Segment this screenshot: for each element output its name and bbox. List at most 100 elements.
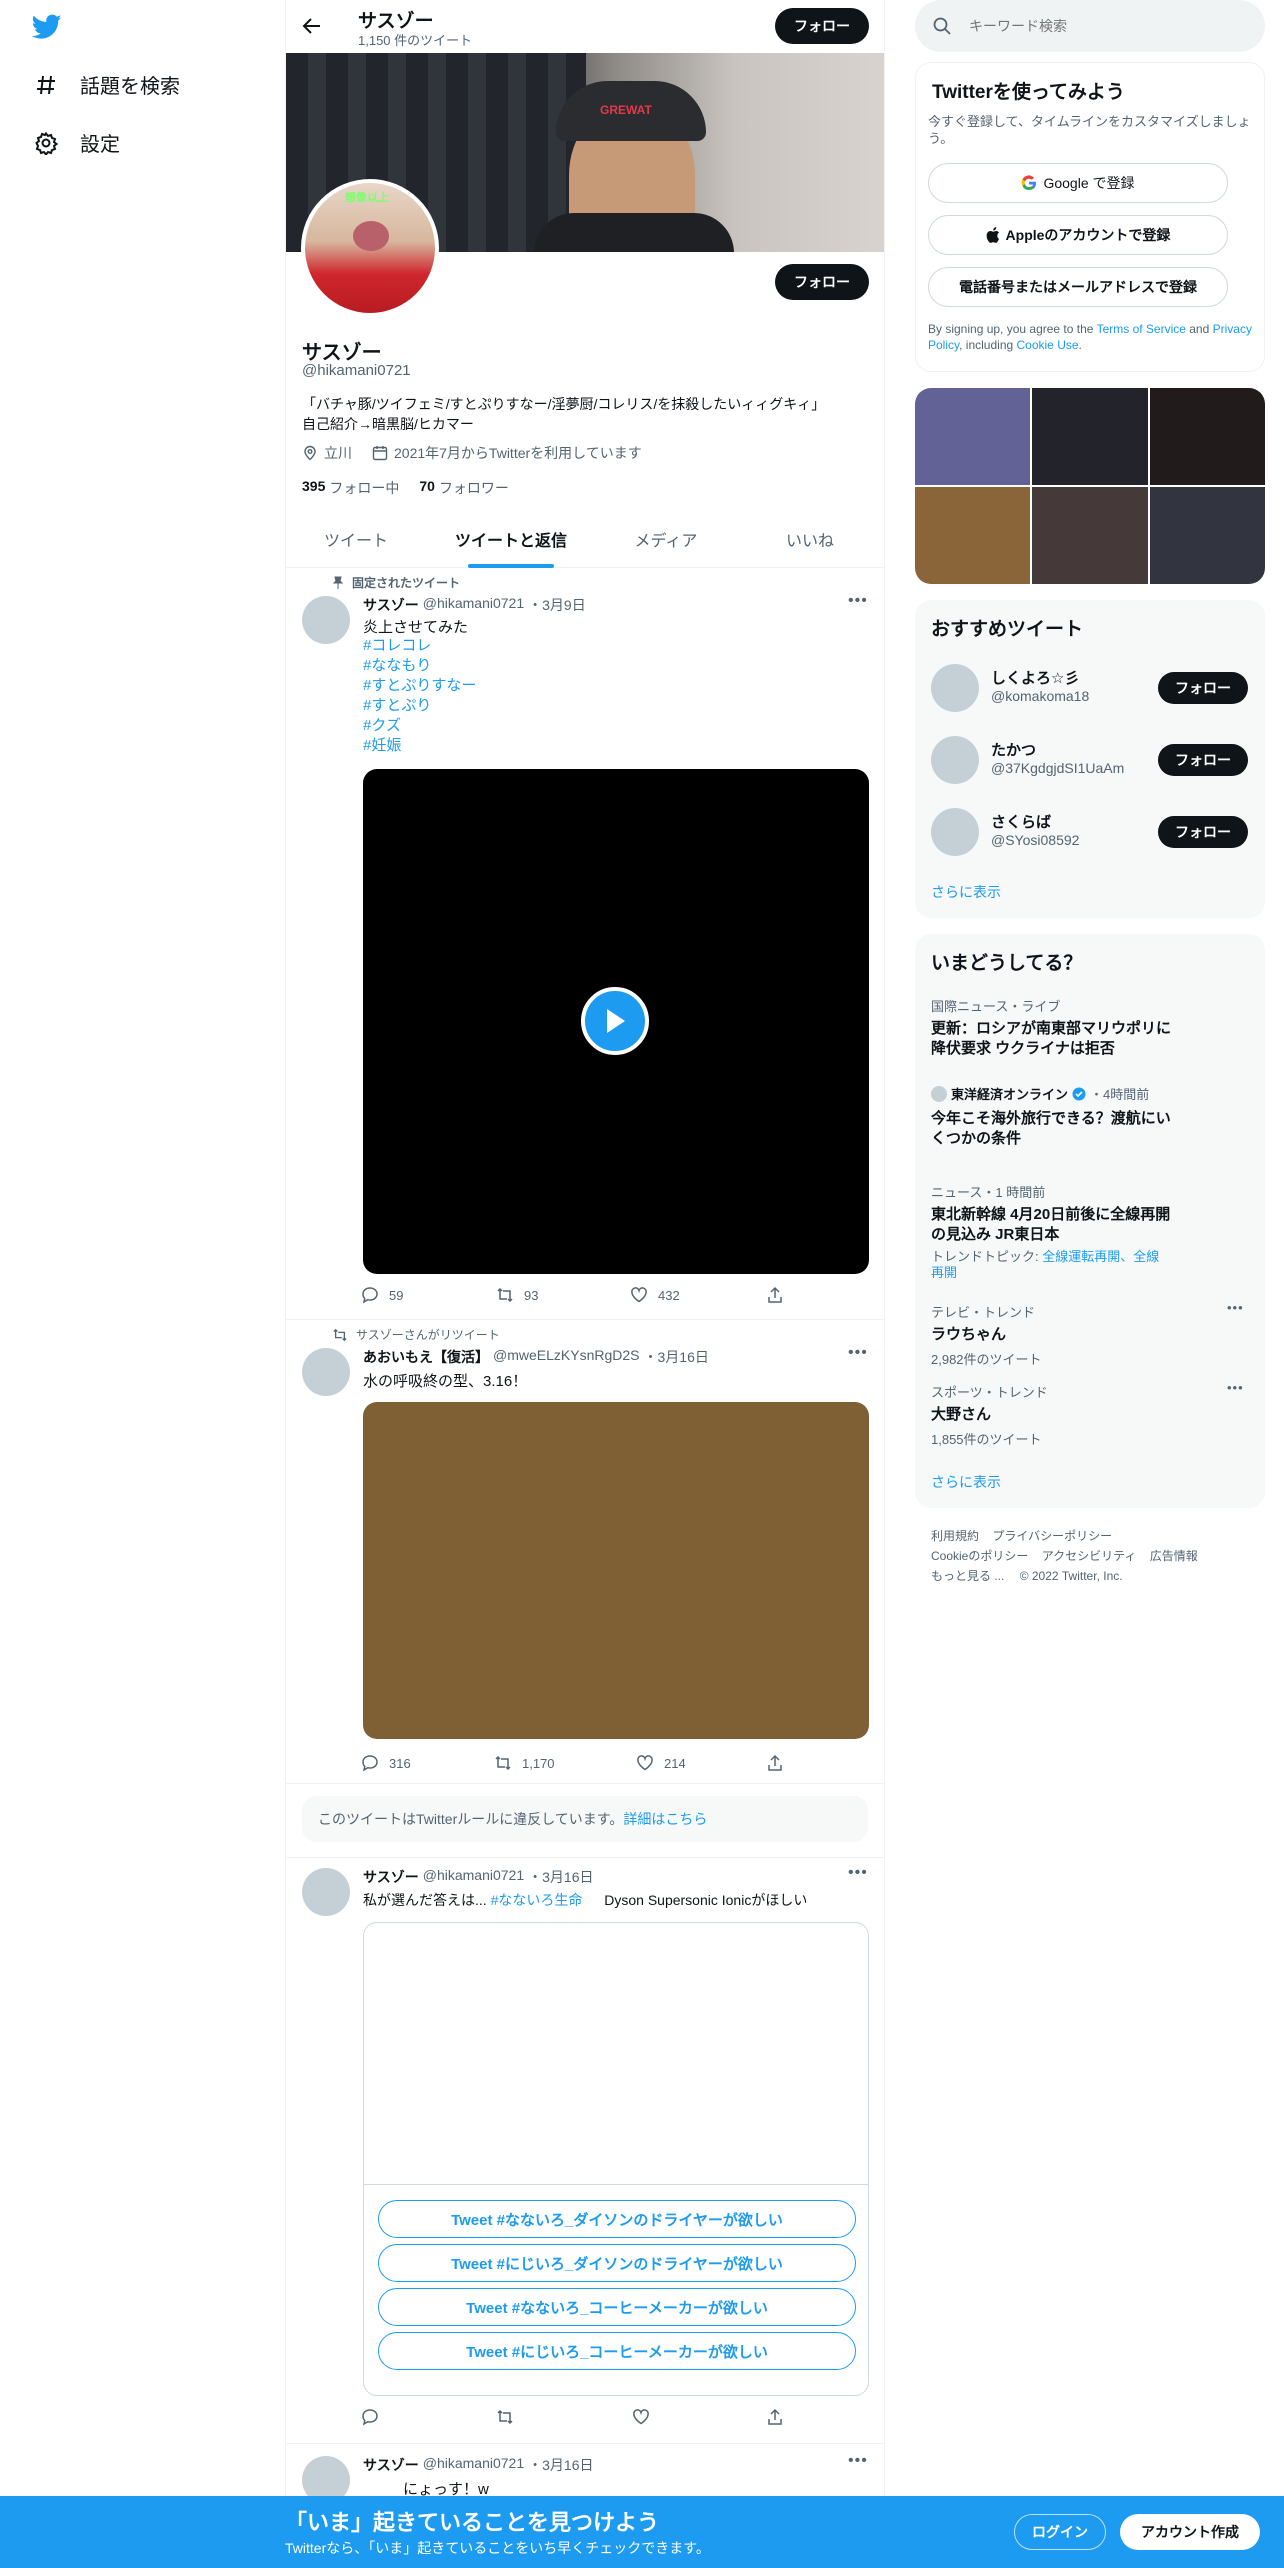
avatar[interactable] xyxy=(302,1868,350,1916)
tab-tweets[interactable]: ツイート xyxy=(286,510,426,568)
login-button[interactable]: ログイン xyxy=(1014,2514,1106,2550)
poll-option-button[interactable]: Tweet #にじいろ_コーヒーメーカーが欲しい xyxy=(378,2332,856,2370)
footer-link[interactable]: 広告情報 xyxy=(1150,1549,1198,1563)
recommended-user[interactable]: たかつ @37KgdgjdSI1UaAm フォロー xyxy=(931,732,1251,788)
retweet-icon[interactable] xyxy=(496,2408,514,2426)
tweet-author-handle[interactable]: @hikamani0721 xyxy=(423,2455,524,2475)
trend-item[interactable]: スポーツ・トレンド 大野さん 1,855件のツイート ••• xyxy=(931,1380,1251,1448)
more-options-icon[interactable]: ••• xyxy=(1227,1300,1244,1315)
profile-follow-button[interactable]: フォロー xyxy=(775,264,869,300)
following-count[interactable]: 395 xyxy=(302,478,325,498)
tab-media[interactable]: メディア xyxy=(596,510,736,568)
avatar[interactable] xyxy=(931,664,979,712)
trend-item[interactable]: 国際ニュース・ライブ 更新：ロシアが南東部マリウポリに降伏要求 ウクライナは拒否 xyxy=(931,996,1171,1059)
footer-link[interactable]: アクセシビリティ xyxy=(1042,1549,1137,1563)
more-options-icon[interactable]: ••• xyxy=(848,2452,868,2470)
trend-item[interactable]: 東洋経済オンライン ・4時間前 今年こそ海外旅行できる？渡航にいくつかの条件 xyxy=(931,1084,1171,1149)
nav-explore[interactable]: 話題を検索 xyxy=(34,70,180,99)
media-thumbnail[interactable] xyxy=(915,388,1031,485)
recommended-user[interactable]: しくよろ☆彡 @komakoma18 フォロー xyxy=(931,660,1251,716)
violation-learn-more-link[interactable]: 詳細はこちら xyxy=(623,1809,707,1829)
back-arrow-icon[interactable] xyxy=(302,16,322,36)
following-label[interactable]: フォロー中 xyxy=(329,478,399,498)
more-options-icon[interactable]: ••• xyxy=(848,1864,868,1882)
heart-icon[interactable] xyxy=(632,2408,650,2426)
trend-item[interactable]: テレビ・トレンド ラウちゃん 2,982件のツイート ••• xyxy=(931,1300,1251,1368)
media-thumbnail[interactable] xyxy=(1149,388,1265,485)
media-thumbnail[interactable] xyxy=(1032,487,1148,584)
poll-card[interactable]: Tweet #なないろ_ダイソンのドライヤーが欲しい Tweet #にじいろ_ダ… xyxy=(363,1922,869,2396)
search-input[interactable] xyxy=(969,18,1219,34)
trend-item[interactable]: ニュース・1 時間前 東北新幹線 4月20日前後に全線再開の見込み JR東日本 … xyxy=(931,1182,1171,1281)
footer-link[interactable]: もっと見る ... xyxy=(931,1569,1004,1583)
more-options-icon[interactable]: ••• xyxy=(848,1344,868,1362)
reply-button[interactable]: 59 xyxy=(361,1286,403,1304)
tab-likes[interactable]: いいね xyxy=(736,510,884,568)
tweet-author-handle[interactable]: @hikamani0721 xyxy=(423,595,524,615)
tweet-author-handle[interactable]: @hikamani0721 xyxy=(423,1867,524,1887)
hashtag-link[interactable]: #コレコレ xyxy=(363,636,476,656)
tweet-date[interactable]: ・3月9日 xyxy=(528,595,586,615)
retweet-button[interactable]: 1,170 xyxy=(494,1754,555,1772)
create-account-button[interactable]: アカウント作成 xyxy=(1120,2514,1260,2550)
followers-count[interactable]: 70 xyxy=(419,478,435,498)
share-icon[interactable] xyxy=(766,1286,784,1304)
follow-button[interactable]: フォロー xyxy=(1158,744,1248,776)
tweet-author-name[interactable]: サスゾー xyxy=(363,2455,419,2475)
terms-of-service-link[interactable]: Terms of Service xyxy=(1097,322,1186,336)
hashtag-link[interactable]: #すとぷりすなー xyxy=(363,676,476,696)
followers-label[interactable]: フォロワー xyxy=(439,478,509,498)
apple-signup-button[interactable]: Appleのアカウントで登録 xyxy=(928,215,1228,255)
tweet-retweeted[interactable]: サスゾーさんがリツイート あおいもえ【復活】 @mweELzKYsnRgD2S … xyxy=(286,1320,884,1784)
google-signup-button[interactable]: Google で登録 xyxy=(928,163,1228,203)
follow-button[interactable]: フォロー xyxy=(1158,816,1248,848)
tab-tweets-and-replies[interactable]: ツイートと返信 xyxy=(426,510,596,568)
avatar[interactable] xyxy=(302,1348,350,1396)
play-button-icon[interactable] xyxy=(581,987,649,1055)
reply-icon[interactable] xyxy=(361,2408,379,2426)
tweet-poll-card[interactable]: サスゾー @hikamani0721 ・3月16日 ••• 私が選んだ答えは..… xyxy=(286,1858,884,2444)
tweet-author-name[interactable]: あおいもえ【復活】 xyxy=(363,1347,489,1367)
hashtag-link[interactable]: #妊娠 xyxy=(363,736,476,756)
tweet-date[interactable]: ・3月16日 xyxy=(528,2455,593,2475)
tweet-author-handle[interactable]: @mweELzKYsnRgD2S xyxy=(493,1347,640,1367)
phone-email-signup-button[interactable]: 電話番号またはメールアドレスで登録 xyxy=(928,267,1228,307)
avatar[interactable] xyxy=(931,736,979,784)
hashtag-link[interactable]: #すとぷり xyxy=(363,696,476,716)
poll-option-button[interactable]: Tweet #なないろ_ダイソンのドライヤーが欲しい xyxy=(378,2200,856,2238)
tweet-author-name[interactable]: サスゾー xyxy=(363,1867,419,1887)
tweet-date[interactable]: ・3月16日 xyxy=(528,1867,593,1887)
cookie-use-link[interactable]: Cookie Use xyxy=(1017,338,1079,352)
tweet-author-name[interactable]: サスゾー xyxy=(363,595,419,615)
like-button[interactable]: 214 xyxy=(636,1754,686,1772)
retweet-button[interactable]: 93 xyxy=(496,1286,538,1304)
reply-button[interactable]: 316 xyxy=(361,1754,411,1772)
nav-settings[interactable]: 設定 xyxy=(34,128,120,157)
media-thumbnail[interactable] xyxy=(1149,487,1265,584)
media-thumbnail[interactable] xyxy=(915,487,1031,584)
share-icon[interactable] xyxy=(766,1754,784,1772)
hashtag-link[interactable]: #クズ xyxy=(363,716,476,736)
avatar[interactable] xyxy=(302,596,350,644)
tweet-date[interactable]: ・3月16日 xyxy=(644,1347,709,1367)
share-icon[interactable] xyxy=(766,2408,784,2426)
poll-option-button[interactable]: Tweet #なないろ_コーヒーメーカーが欲しい xyxy=(378,2288,856,2326)
tweet-image[interactable] xyxy=(363,1402,869,1739)
search-box[interactable] xyxy=(915,0,1265,52)
avatar[interactable] xyxy=(931,808,979,856)
hashtag-link[interactable]: #なないろ生命 xyxy=(491,1892,583,1908)
show-more-link[interactable]: さらに表示 xyxy=(931,1472,1001,1492)
media-thumbnail[interactable] xyxy=(1032,388,1148,485)
footer-link[interactable]: Cookieのポリシー xyxy=(931,1549,1028,1563)
tweet-video[interactable] xyxy=(363,769,869,1274)
footer-link[interactable]: 利用規約 xyxy=(931,1529,979,1543)
twitter-logo-icon[interactable] xyxy=(32,14,62,40)
like-button[interactable]: 432 xyxy=(630,1286,680,1304)
poll-option-button[interactable]: Tweet #にじいろ_ダイソンのドライヤーが欲しい xyxy=(378,2244,856,2282)
header-follow-button[interactable]: フォロー xyxy=(775,8,869,44)
recommended-user[interactable]: さくらば @SYosi08592 フォロー xyxy=(931,804,1251,860)
hashtag-link[interactable]: #ななもり xyxy=(363,656,476,676)
show-more-link[interactable]: さらに表示 xyxy=(931,882,1001,902)
follow-button[interactable]: フォロー xyxy=(1158,672,1248,704)
more-options-icon[interactable]: ••• xyxy=(848,592,868,610)
